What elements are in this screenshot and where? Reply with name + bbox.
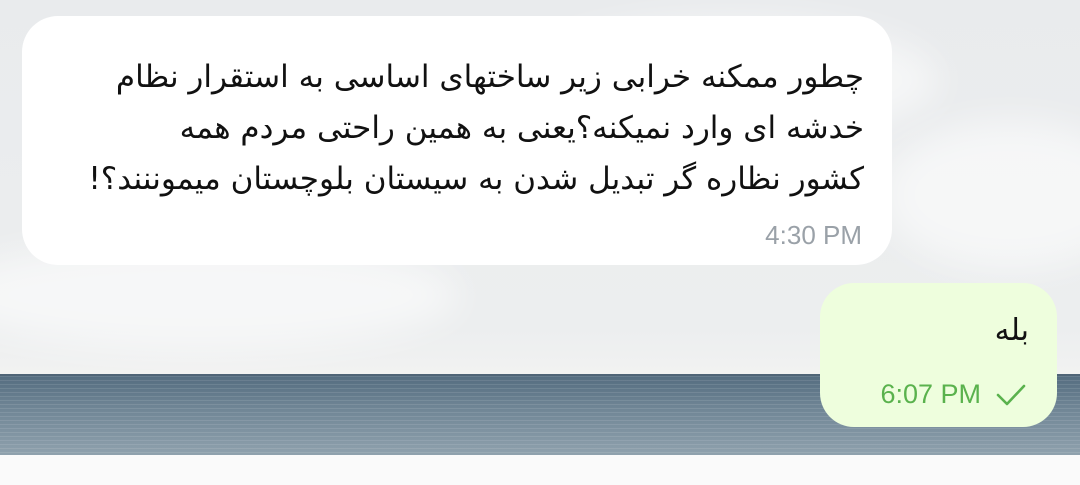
wallpaper-cloud	[880, 120, 1080, 270]
outgoing-message-meta: 6:07 PM	[880, 379, 1027, 410]
outgoing-message-text: بله	[994, 313, 1029, 348]
single-check-icon	[996, 384, 1026, 405]
incoming-message-bubble[interactable]: چطور ممکنه خرابی زیر ساختهای اساسی به اس…	[22, 16, 892, 265]
incoming-message-text: چطور ممکنه خرابی زیر ساختهای اساسی به اس…	[88, 59, 864, 197]
incoming-message-time: 4:30 PM	[765, 220, 862, 250]
bottom-strip	[0, 455, 1080, 485]
outgoing-message-bubble[interactable]: بله 6:07 PM	[820, 283, 1057, 427]
outgoing-message-time: 6:07 PM	[880, 379, 981, 409]
